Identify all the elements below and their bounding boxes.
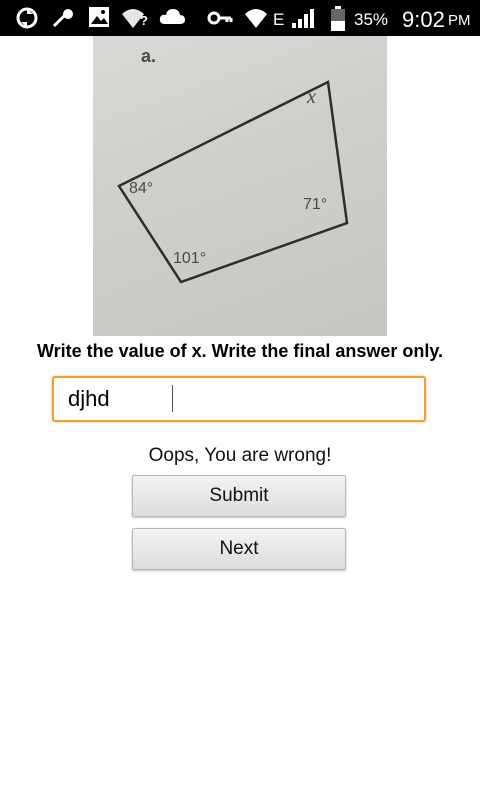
cell-signal-icon — [292, 9, 314, 28]
submit-button[interactable]: Submit — [132, 475, 346, 517]
sync-icon — [16, 7, 38, 29]
image-icon — [89, 7, 109, 27]
status-bar: ? E 35% 9:02 PM — [0, 0, 480, 36]
wifi-icon — [245, 9, 267, 28]
key-icon — [207, 11, 233, 25]
clock-ampm: PM — [448, 12, 471, 29]
network-type: E — [273, 10, 285, 29]
clock-time: 9:02 — [402, 7, 445, 32]
signal-off-icon — [52, 8, 73, 28]
angle-x-label: x — [307, 86, 316, 108]
angle-101-label: 101° — [173, 250, 207, 267]
battery-percent: 35% — [354, 10, 389, 29]
feedback-message: Oops, You are wrong! — [148, 445, 332, 466]
answer-field[interactable] — [52, 376, 426, 422]
question-text: Write the value of x. Write the final an… — [36, 341, 444, 361]
cloud-icon — [159, 9, 185, 24]
battery-icon — [331, 6, 345, 31]
label-a: a. — [141, 46, 157, 66]
angle-84-label: 84° — [129, 180, 154, 197]
answer-input[interactable] — [54, 378, 424, 420]
text-caret — [172, 385, 173, 412]
angle-71-label: 71° — [303, 196, 328, 213]
question-image: a. x 84° 71° 101° — [93, 36, 387, 336]
wifi-question-mark: ? — [140, 13, 148, 28]
next-button[interactable]: Next — [132, 528, 346, 570]
